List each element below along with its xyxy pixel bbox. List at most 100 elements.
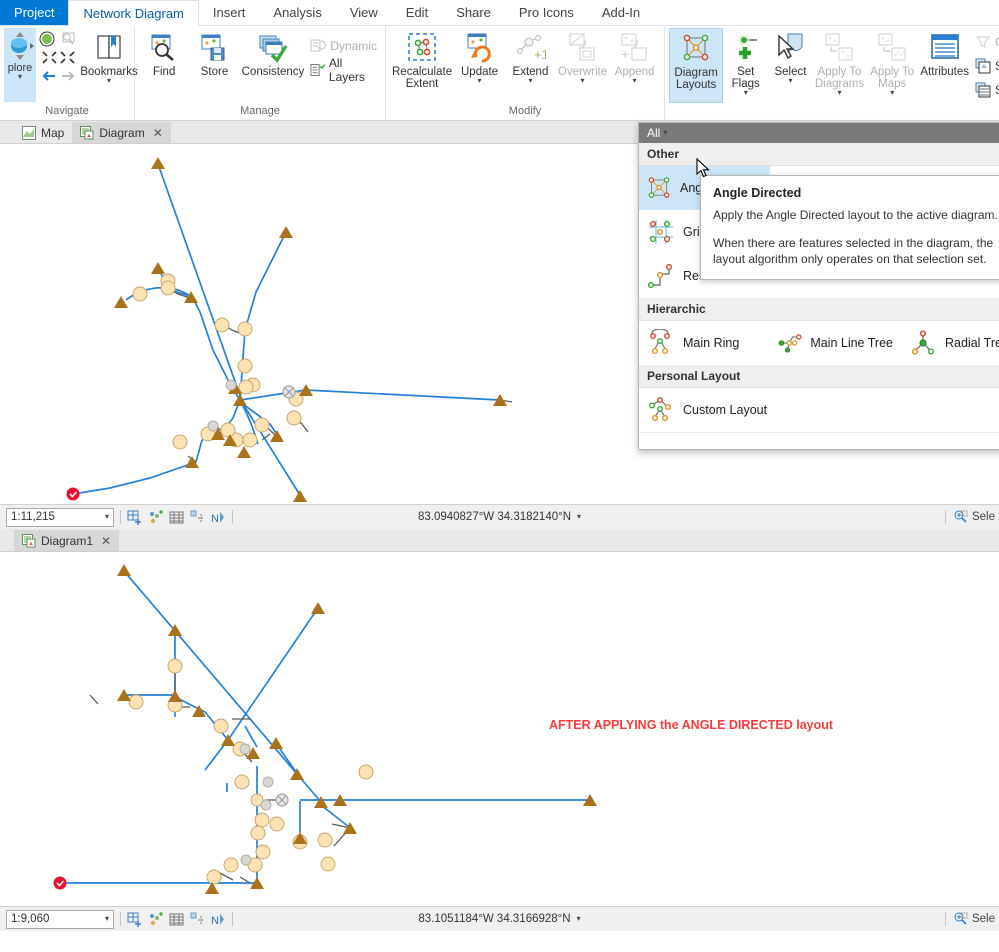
tab-view[interactable]: View	[336, 0, 392, 25]
find-button[interactable]: Find	[139, 28, 189, 78]
select-caret-icon[interactable]: ▾	[788, 77, 792, 85]
consistency-button[interactable]: Consistency	[240, 28, 307, 78]
store-button[interactable]: Store	[189, 28, 239, 78]
select-table-button[interactable]: Selec	[971, 78, 999, 102]
tab-edit-label: Edit	[405, 5, 429, 20]
layout-item-main-ring[interactable]: Main Ring	[639, 321, 770, 365]
selection-small-buttons: Clea Selec	[971, 28, 999, 102]
layout-item-custom-layout-label: Custom Layout	[683, 403, 768, 417]
ribbon-group-manage: Find Store Consistency Dynamic All Layer…	[135, 26, 386, 120]
extend-button[interactable]: +1 Extend ▾	[505, 28, 556, 85]
tab-view-label: View	[349, 5, 378, 20]
view-tab-diagram[interactable]: Diagram ✕	[72, 122, 171, 143]
top-status-right-label: Sele	[971, 511, 995, 523]
dropdown-filter-label: All	[647, 126, 661, 140]
recalculate-extent-label: Recalculate Extent	[392, 66, 453, 90]
coordinate-chevron-down-icon[interactable]: ▾	[577, 513, 581, 521]
layout-item-radial-tree[interactable]: Radial Tree	[901, 321, 999, 365]
extend-caret-icon[interactable]: ▾	[528, 77, 532, 85]
full-extent-icon[interactable]	[38, 30, 56, 48]
apply-to-diagrams-caret-icon[interactable]: ▾	[837, 89, 841, 97]
apply-to-diagrams-button[interactable]: Apply To Diagrams ▾	[813, 28, 866, 97]
bookmarks-button[interactable]: Bookmarks ▾	[80, 28, 138, 85]
append-caret-icon[interactable]: ▾	[633, 77, 637, 85]
apply-to-maps-button[interactable]: Apply To Maps ▾	[866, 28, 918, 97]
selection-zoom-icon[interactable]	[954, 912, 968, 926]
selection-zoom-icon[interactable]	[954, 510, 968, 524]
view-tab-map[interactable]: Map	[14, 122, 73, 143]
select-button[interactable]: Select ▾	[768, 28, 813, 85]
attributes-button[interactable]: Attributes	[918, 28, 971, 78]
select-icon	[778, 33, 803, 60]
explore-icon	[11, 32, 34, 60]
tab-pro-icons-label: Pro Icons	[518, 5, 574, 20]
close-icon[interactable]: ✕	[101, 534, 111, 548]
zoom-in-arrows-icon[interactable]	[41, 50, 58, 65]
tab-share[interactable]: Share	[442, 0, 505, 25]
diagram-layouts-icon	[683, 34, 709, 61]
bookmarks-caret-icon[interactable]: ▾	[107, 77, 111, 85]
view-tab-map-label: Map	[41, 125, 65, 140]
divider	[944, 510, 946, 524]
bottom-status-right: Sele	[944, 912, 995, 926]
zoom-to-selection-icon[interactable]	[60, 30, 78, 48]
store-label: Store	[200, 66, 229, 78]
diagram-layouts-dropdown[interactable]: All ▾ Other Angle Directed	[638, 122, 999, 450]
tab-analysis[interactable]: Analysis	[259, 0, 335, 25]
coordinate-chevron-down-icon[interactable]: ▾	[577, 915, 581, 923]
view-tab-diagram1[interactable]: Diagram1 ✕	[14, 530, 120, 551]
dropdown-section-personal-title: Personal Layout	[639, 365, 999, 388]
chevron-down-icon[interactable]: ▾	[663, 129, 667, 137]
tab-network-diagram[interactable]: Network Diagram	[68, 0, 199, 26]
dropdown-filter[interactable]: All ▾	[639, 123, 999, 143]
tab-pro-icons[interactable]: Pro Icons	[505, 0, 588, 25]
explore-button[interactable]: plore ▾	[4, 28, 36, 102]
select-layers-button[interactable]: Selec	[971, 54, 999, 78]
overwrite-button[interactable]: Overwrite ▾	[556, 28, 609, 85]
ribbon-group-navigate-title: Navigate	[45, 105, 89, 117]
zoom-out-arrows-icon[interactable]	[59, 50, 76, 65]
tooltip-paragraph-2: When there are features selected in the …	[713, 236, 994, 266]
diagram-layouts-button[interactable]: Diagram Layouts	[669, 28, 724, 103]
tab-project[interactable]: Project	[0, 0, 69, 25]
diagram-layouts-label: Diagram Layouts	[674, 67, 718, 91]
apply-to-maps-caret-icon[interactable]: ▾	[890, 89, 894, 97]
select-layers-icon	[975, 58, 991, 74]
tab-add-in[interactable]: Add-In	[588, 0, 654, 25]
set-flags-button[interactable]: Set Flags ▾	[723, 28, 768, 97]
ribbon-group-layout-title	[669, 105, 999, 120]
attributes-label: Attributes	[920, 66, 969, 78]
bottom-start-flag	[53, 876, 67, 890]
dynamic-button[interactable]: Dynamic	[306, 34, 381, 58]
update-caret-icon[interactable]: ▾	[478, 77, 482, 85]
recalculate-extent-button[interactable]: Recalculate Extent	[390, 28, 454, 90]
overwrite-caret-icon[interactable]: ▾	[581, 77, 585, 85]
layout-item-custom-layout[interactable]: Custom Layout	[639, 388, 775, 432]
ribbon-group-modify: Recalculate Extent Update ▾ + Extend ▾ O…	[386, 26, 665, 120]
ribbon-group-manage-title: Manage	[240, 105, 280, 117]
append-button[interactable]: + Append ▾	[609, 28, 660, 85]
tooltip-paragraph-1: Apply the Angle Directed layout to the a…	[713, 208, 998, 222]
update-button[interactable]: Update ▾	[454, 28, 505, 85]
all-layers-button[interactable]: All Layers	[306, 56, 381, 84]
clear-selection-button[interactable]: Clea	[971, 30, 999, 54]
append-icon: +	[621, 33, 647, 62]
bottom-diagram-canvas[interactable]: AFTER APPLYING the ANGLE DIRECTED layout	[0, 552, 999, 906]
tab-insert[interactable]: Insert	[199, 0, 260, 25]
explore-caret-icon[interactable]: ▾	[18, 73, 22, 81]
close-icon[interactable]: ✕	[153, 126, 163, 140]
tab-insert-label: Insert	[212, 5, 246, 20]
dynamic-label: Dynamic	[330, 39, 377, 53]
set-flags-caret-icon[interactable]: ▾	[744, 89, 748, 97]
bottom-nodes-triangle	[117, 564, 597, 894]
dropdown-section-hierarchic-title: Hierarchic	[639, 298, 999, 321]
map-icon	[22, 125, 36, 140]
select-table-label: Selec	[995, 83, 999, 97]
main-line-tree-icon	[778, 334, 802, 353]
bookmarks-icon	[97, 35, 121, 59]
layout-item-main-line-tree[interactable]: Main Line Tree	[770, 321, 901, 365]
custom-layout-icon	[649, 397, 672, 422]
previous-extent-icon[interactable]	[41, 68, 58, 83]
tab-edit[interactable]: Edit	[392, 0, 442, 25]
next-extent-icon[interactable]	[59, 68, 76, 83]
